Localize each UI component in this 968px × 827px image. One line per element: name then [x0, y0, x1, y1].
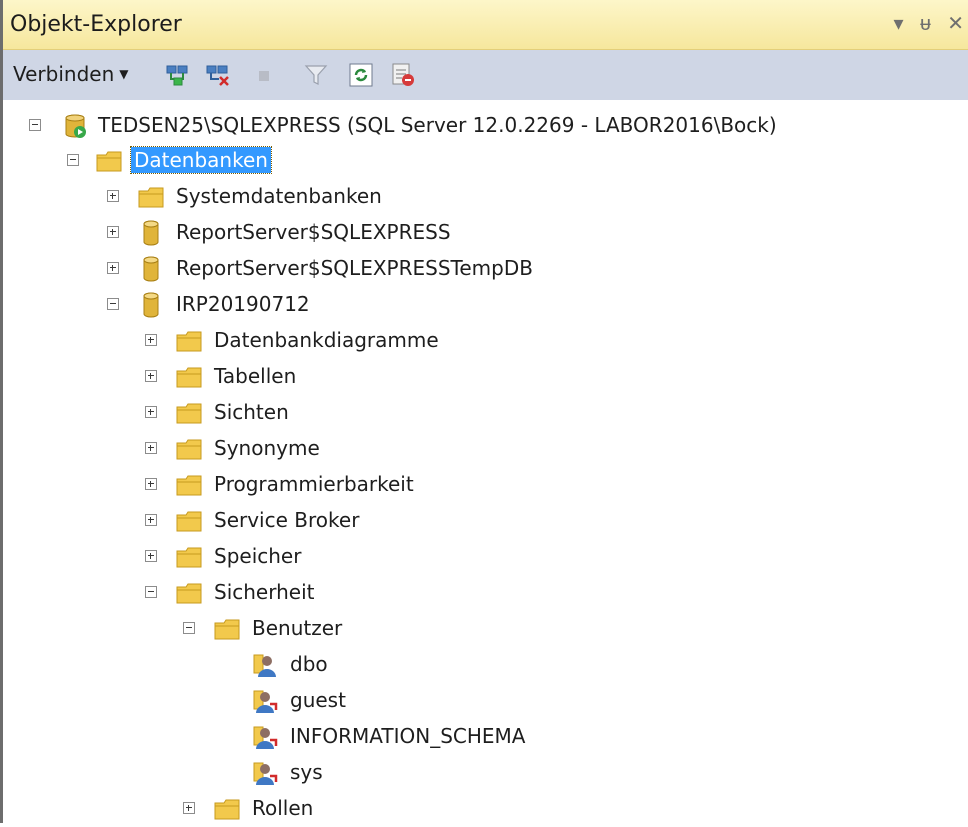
toolbar: Verbinden ▼ — [3, 50, 968, 101]
expand-toggle[interactable] — [107, 262, 119, 274]
expand-toggle[interactable] — [183, 802, 195, 814]
collapse-toggle[interactable] — [107, 298, 119, 310]
folder-label[interactable]: Service Broker — [211, 507, 362, 533]
folder-icon — [138, 187, 164, 208]
collapse-toggle[interactable] — [183, 622, 195, 634]
chevron-down-icon: ▼ — [119, 67, 129, 81]
collapse-toggle[interactable] — [67, 154, 79, 166]
folder-label[interactable]: Datenbankdiagramme — [211, 327, 442, 353]
roles-label[interactable]: Rollen — [249, 795, 316, 821]
folder-icon — [176, 403, 202, 424]
expand-toggle[interactable] — [145, 334, 157, 346]
user-label[interactable]: dbo — [287, 651, 331, 677]
server-icon — [65, 114, 86, 138]
collapse-toggle[interactable] — [29, 119, 41, 131]
filter-icon[interactable] — [303, 62, 329, 88]
folder-label[interactable]: Speicher — [211, 543, 304, 569]
disconnect-icon[interactable] — [205, 62, 231, 88]
folder-icon — [176, 583, 202, 604]
expand-toggle[interactable] — [145, 514, 157, 526]
folder-icon — [176, 475, 202, 496]
object-tree: TEDSEN25\SQLEXPRESS (SQL Server 12.0.226… — [3, 100, 968, 823]
stop-icon[interactable] — [251, 62, 277, 88]
collapse-toggle[interactable] — [145, 586, 157, 598]
dropdown-arrow-icon[interactable]: ▾ — [894, 11, 904, 35]
database-icon — [143, 256, 159, 282]
folder-icon — [214, 799, 240, 820]
user-disabled-icon — [253, 762, 278, 785]
connect-object-explorer-icon[interactable] — [165, 62, 191, 88]
folder-label[interactable]: Programmierbarkeit — [211, 471, 417, 497]
folder-icon — [176, 439, 202, 460]
database-icon — [143, 220, 159, 246]
system-databases-label[interactable]: Systemdatenbanken — [173, 183, 385, 209]
user-icon — [253, 654, 276, 677]
expand-toggle[interactable] — [145, 406, 157, 418]
user-label[interactable]: guest — [287, 687, 349, 713]
database-label[interactable]: IRP20190712 — [173, 291, 313, 317]
database-label[interactable]: ReportServer$SQLEXPRESS — [173, 219, 454, 245]
expand-toggle[interactable] — [145, 442, 157, 454]
panel-title: Objekt-Explorer — [10, 12, 182, 37]
user-disabled-icon — [253, 690, 278, 713]
folder-label[interactable]: Synonyme — [211, 435, 323, 461]
title-controls: ▾ ᵾ ✕ — [884, 11, 964, 36]
folder-label[interactable]: Sichten — [211, 399, 292, 425]
folder-icon — [176, 511, 202, 532]
connect-label: Verbinden — [13, 62, 115, 86]
database-label[interactable]: ReportServer$SQLEXPRESSTempDB — [173, 255, 536, 281]
expand-toggle[interactable] — [107, 226, 119, 238]
pin-icon[interactable]: ᵾ — [920, 11, 931, 35]
user-label[interactable]: INFORMATION_SCHEMA — [287, 723, 528, 749]
expand-toggle[interactable] — [145, 550, 157, 562]
folder-icon — [214, 619, 240, 640]
folder-icon — [176, 367, 202, 388]
activity-monitor-icon[interactable] — [390, 62, 416, 88]
title-bar: Objekt-Explorer ▾ ᵾ ✕ — [3, 0, 968, 50]
databases-label[interactable]: Datenbanken — [130, 146, 272, 174]
refresh-icon[interactable] — [348, 62, 374, 88]
folder-label[interactable]: Tabellen — [211, 363, 299, 389]
expand-toggle[interactable] — [107, 190, 119, 202]
server-label[interactable]: TEDSEN25\SQLEXPRESS (SQL Server 12.0.226… — [95, 112, 780, 138]
expand-toggle[interactable] — [145, 370, 157, 382]
object-explorer-panel: Objekt-Explorer ▾ ᵾ ✕ Verbinden ▼ TEDSEN… — [0, 0, 968, 823]
users-label[interactable]: Benutzer — [249, 615, 345, 641]
database-icon — [143, 292, 159, 318]
folder-icon — [176, 547, 202, 568]
folder-icon — [176, 331, 202, 352]
close-icon[interactable]: ✕ — [947, 11, 964, 35]
folder-icon — [96, 151, 122, 172]
security-label[interactable]: Sicherheit — [211, 579, 317, 605]
user-label[interactable]: sys — [287, 759, 326, 785]
user-disabled-icon — [253, 726, 278, 749]
expand-toggle[interactable] — [145, 478, 157, 490]
connect-button[interactable]: Verbinden ▼ — [13, 62, 129, 86]
